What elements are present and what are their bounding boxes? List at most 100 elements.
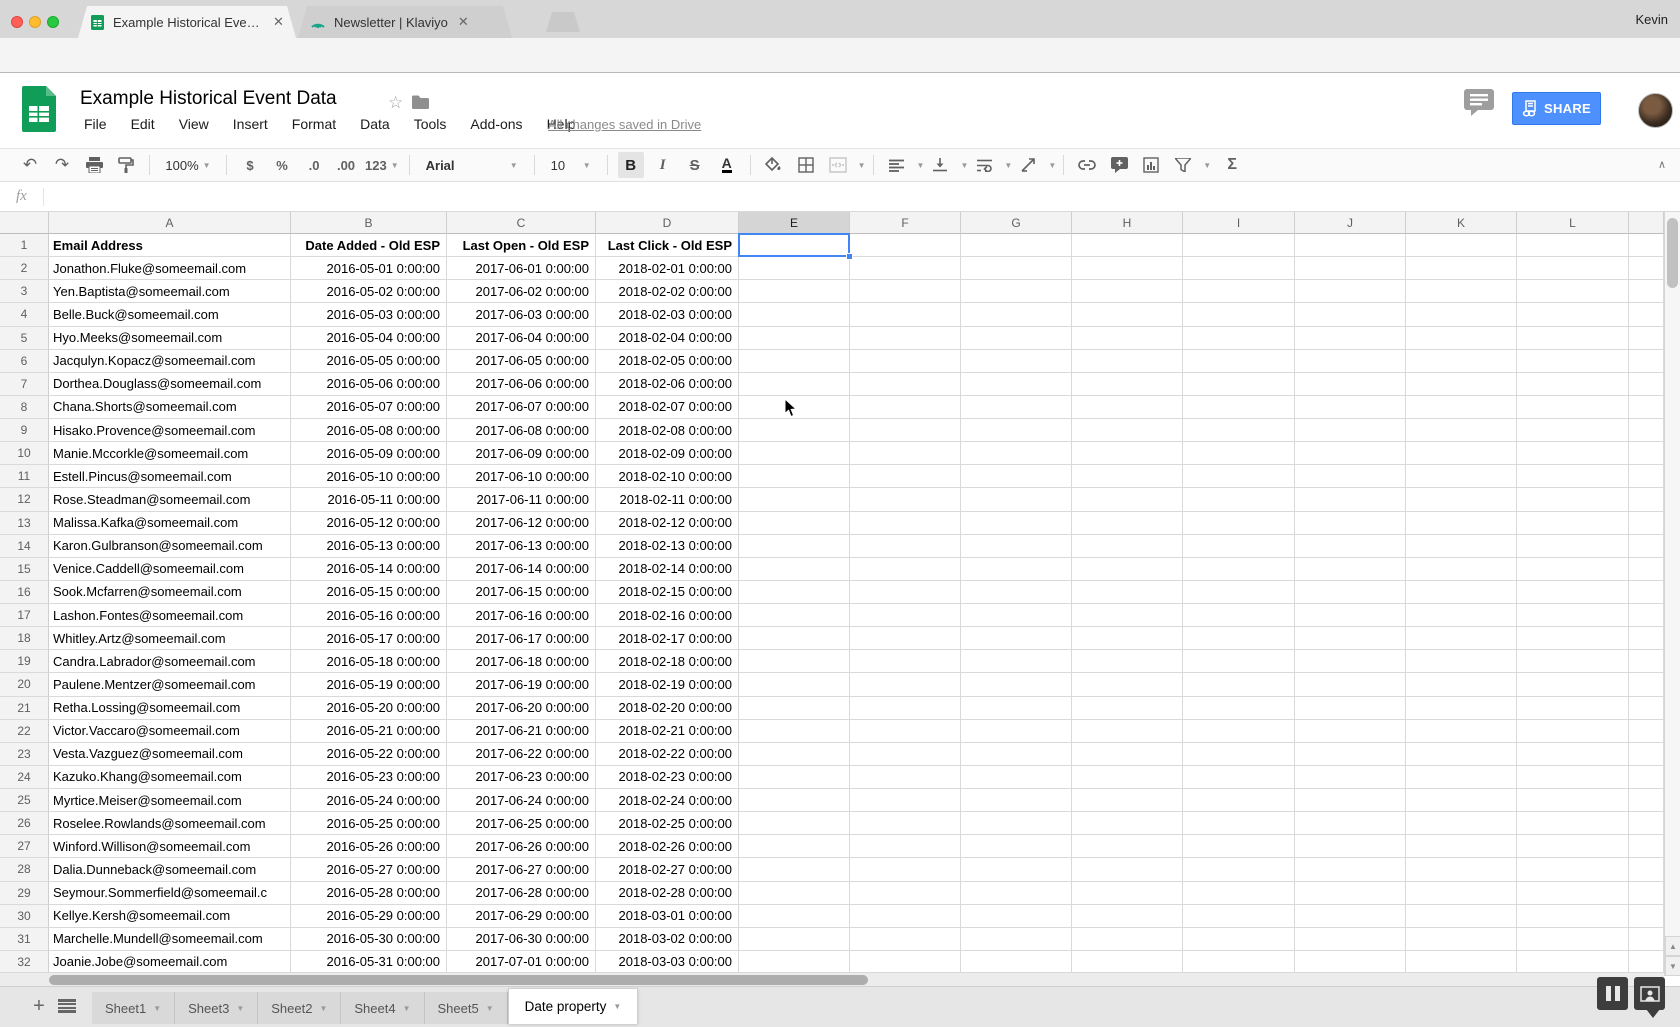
cell[interactable]: Yen.Baptista@someemail.com [49,280,291,303]
cell[interactable] [1629,350,1664,373]
cell[interactable]: Chana.Shorts@someemail.com [49,396,291,419]
cell[interactable]: 2018-02-17 0:00:00 [596,627,739,650]
cell[interactable] [1183,766,1295,789]
new-tab-button[interactable] [546,12,580,32]
horizontal-align-icon[interactable] [884,152,910,178]
cell[interactable] [1072,303,1183,326]
cell[interactable] [1517,627,1629,650]
cell[interactable] [961,396,1072,419]
cell[interactable] [1517,882,1629,905]
cell[interactable] [1406,858,1517,881]
fill-color-icon[interactable] [761,152,787,178]
cell[interactable] [1517,512,1629,535]
cell[interactable]: 2018-02-02 0:00:00 [596,280,739,303]
cell[interactable] [1072,442,1183,465]
cell[interactable]: 2018-02-20 0:00:00 [596,697,739,720]
cell[interactable] [850,396,961,419]
cell[interactable] [1517,303,1629,326]
text-wrap-icon[interactable] [971,152,997,178]
cell[interactable] [850,488,961,511]
cell[interactable]: 2016-05-25 0:00:00 [291,812,447,835]
cell[interactable] [1517,488,1629,511]
cell[interactable] [1517,327,1629,350]
scroll-up-icon[interactable]: ▲ [1665,936,1680,956]
text-rotation-caret[interactable]: ▼ [1048,161,1056,170]
cell[interactable]: Roselee.Rowlands@someemail.com [49,812,291,835]
document-title[interactable]: Example Historical Event Data [80,88,337,110]
cell[interactable] [739,373,850,396]
filter-caret[interactable]: ▼ [1203,161,1211,170]
cell[interactable] [1406,257,1517,280]
cell[interactable]: 2016-05-10 0:00:00 [291,465,447,488]
column-header-c[interactable]: C [447,212,596,234]
cell[interactable] [1629,442,1664,465]
cell[interactable] [1072,280,1183,303]
row-number[interactable]: 22 [0,720,49,743]
cell[interactable] [1406,234,1517,257]
cell[interactable] [1629,465,1664,488]
cell[interactable]: 2017-06-09 0:00:00 [447,442,596,465]
cell[interactable] [1183,303,1295,326]
cell[interactable] [739,512,850,535]
cell[interactable]: Belle.Buck@someemail.com [49,303,291,326]
cell[interactable] [1517,697,1629,720]
cell[interactable] [1072,697,1183,720]
cell[interactable] [1406,951,1517,972]
italic-button[interactable]: I [650,152,676,178]
column-header-b[interactable]: B [291,212,447,234]
cell[interactable] [1072,928,1183,951]
cell[interactable]: 2018-02-07 0:00:00 [596,396,739,419]
cell[interactable]: Hyo.Meeks@someemail.com [49,327,291,350]
cell[interactable] [1629,604,1664,627]
comment-history-icon[interactable] [1464,89,1494,116]
cell[interactable] [1183,350,1295,373]
cell[interactable] [1629,327,1664,350]
cell[interactable] [850,928,961,951]
cell[interactable]: 2018-02-04 0:00:00 [596,327,739,350]
cell[interactable] [961,766,1072,789]
maximize-window-button[interactable] [47,16,59,28]
row-number[interactable]: 32 [0,951,49,972]
cell[interactable]: 2017-06-14 0:00:00 [447,558,596,581]
row-number[interactable]: 28 [0,858,49,881]
row-number[interactable]: 1 [0,234,49,257]
cell[interactable] [1295,581,1406,604]
cell[interactable] [1183,581,1295,604]
cell[interactable]: 2018-02-03 0:00:00 [596,303,739,326]
column-header-d[interactable]: D [596,212,739,234]
cell[interactable] [1406,350,1517,373]
cell[interactable] [739,743,850,766]
cell[interactable]: Kellye.Kersh@someemail.com [49,905,291,928]
cell[interactable]: 2018-02-28 0:00:00 [596,882,739,905]
cell[interactable] [961,558,1072,581]
cell[interactable] [850,604,961,627]
menu-format[interactable]: Format [292,116,336,132]
cell[interactable] [1406,604,1517,627]
cell[interactable] [1517,558,1629,581]
cell[interactable] [1406,928,1517,951]
sheet-tab-menu-icon[interactable]: ▼ [613,1002,621,1011]
cell[interactable] [1517,350,1629,373]
cell[interactable] [1406,720,1517,743]
cell[interactable] [1629,789,1664,812]
cell[interactable] [1517,720,1629,743]
cell[interactable] [1295,928,1406,951]
cell[interactable]: Sook.Mcfarren@someemail.com [49,581,291,604]
browser-tab-sheets[interactable]: Example Historical Event Data ✕ [78,6,296,38]
cell[interactable] [739,350,850,373]
cell[interactable] [1406,812,1517,835]
cell[interactable] [850,350,961,373]
close-window-button[interactable] [11,16,23,28]
cell[interactable] [850,512,961,535]
formula-bar[interactable]: fx [0,182,1680,212]
google-sheets-logo[interactable] [22,86,56,132]
cell[interactable] [961,419,1072,442]
cell[interactable] [1072,257,1183,280]
column-header-k[interactable]: K [1406,212,1517,234]
cell[interactable] [739,789,850,812]
cell[interactable] [1295,673,1406,696]
format-percent-button[interactable]: % [269,152,295,178]
cell[interactable] [1295,835,1406,858]
column-header-h[interactable]: H [1072,212,1183,234]
cell[interactable] [961,882,1072,905]
